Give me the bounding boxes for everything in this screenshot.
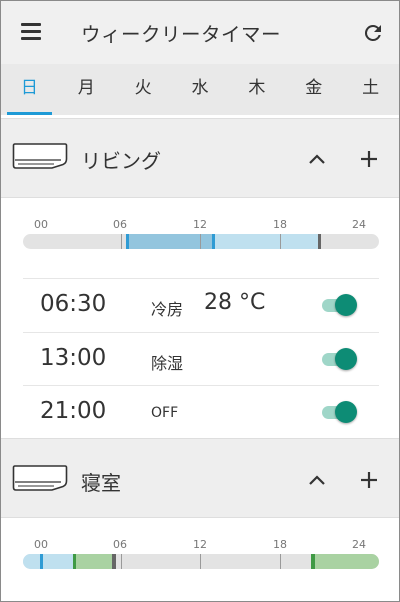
timeline-gridline <box>200 554 201 569</box>
timeline-segment <box>312 554 379 569</box>
timeline-tick-label: 24 <box>352 538 366 551</box>
schedule-mode: 除湿 <box>151 354 184 373</box>
timeline-marker <box>211 234 216 249</box>
device-name-bedroom: 寝室 <box>81 471 121 495</box>
schedule-toggle[interactable] <box>321 399 361 425</box>
schedule-toggle[interactable] <box>321 292 361 318</box>
air-conditioner-icon <box>12 465 68 491</box>
device-header-living: リビング <box>1 118 399 198</box>
timeline-marker <box>112 554 116 569</box>
app-title: ウィークリータイマー <box>81 23 282 46</box>
timeline-tick-label: 12 <box>193 218 207 231</box>
schedule-time: 06:30 <box>40 291 107 317</box>
app-bar: ウィークリータイマー <box>1 1 399 64</box>
hamburger-menu-icon[interactable] <box>21 23 43 41</box>
schedule-time: 13:00 <box>40 345 107 371</box>
refresh-icon[interactable] <box>361 21 385 45</box>
schedule-row[interactable]: 13:00 除湿 <box>23 332 379 386</box>
tab-monday[interactable]: 月 <box>58 64 115 115</box>
device-header-bedroom: 寝室 <box>1 438 399 518</box>
timeline-tick-label: 18 <box>273 538 287 551</box>
timeline-tick-label: 18 <box>273 218 287 231</box>
timeline-marker <box>72 554 77 569</box>
tab-friday[interactable]: 金 <box>285 64 342 115</box>
tab-sunday[interactable]: 日 <box>1 64 58 115</box>
timeline-gridline <box>120 554 122 569</box>
add-schedule-plus-icon[interactable] <box>358 469 380 491</box>
timeline-gridline <box>279 234 281 249</box>
timeline-gridline <box>200 234 201 249</box>
schedule-row[interactable]: 06:30 冷房 28 °C <box>23 278 379 332</box>
air-conditioner-icon <box>12 143 68 169</box>
timeline-gridline <box>120 234 122 249</box>
timeline-gridline <box>279 554 281 569</box>
timeline-marker <box>317 234 322 249</box>
timeline-segment <box>23 554 75 569</box>
tab-wednesday[interactable]: 水 <box>172 64 229 115</box>
timeline-tick-label: 06 <box>113 538 127 551</box>
schedule-row[interactable]: 21:00 OFF <box>23 385 379 439</box>
timeline-tick-label: 00 <box>34 538 48 551</box>
timeline-segment <box>213 234 320 249</box>
tab-thursday[interactable]: 木 <box>228 64 285 115</box>
timeline-marker <box>311 554 315 569</box>
add-schedule-plus-icon[interactable] <box>358 148 380 170</box>
app-screen: ウィークリータイマー 日 月 火 水 木 金 土 リビング 00 06 12 1… <box>0 0 400 602</box>
timeline-marker <box>125 234 130 249</box>
device-name-living: リビング <box>81 149 161 173</box>
timeline-bar <box>23 234 379 249</box>
timeline-tick-label: 12 <box>193 538 207 551</box>
timeline-segment <box>74 554 114 569</box>
timeline-tick-label: 06 <box>113 218 127 231</box>
day-tabs: 日 月 火 水 木 金 土 <box>1 64 399 115</box>
tab-tuesday[interactable]: 火 <box>115 64 172 115</box>
tab-saturday[interactable]: 土 <box>342 64 399 115</box>
timeline-tick-label: 24 <box>352 218 366 231</box>
timeline-tick-label: 00 <box>34 218 48 231</box>
schedule-toggle[interactable] <box>321 346 361 372</box>
timeline-marker <box>39 554 43 569</box>
collapse-chevron-up-icon[interactable] <box>306 469 328 491</box>
schedule-mode: OFF <box>151 405 179 421</box>
schedule-temperature: 28 °C <box>204 290 266 315</box>
timeline-bar <box>23 554 379 569</box>
schedule-mode: 冷房 <box>151 300 184 319</box>
schedule-time: 21:00 <box>40 398 107 424</box>
collapse-chevron-up-icon[interactable] <box>306 148 328 170</box>
